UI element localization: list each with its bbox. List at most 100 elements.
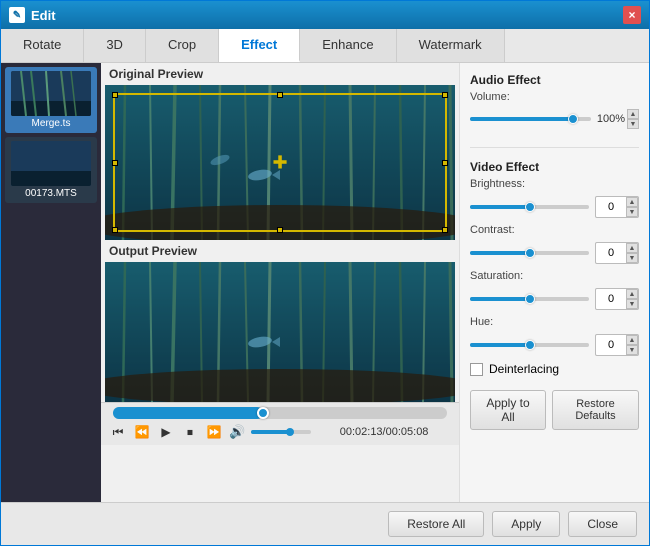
saturation-slider-row: 0 ▲ ▼ — [470, 288, 639, 310]
contrast-input[interactable]: 0 ▲ ▼ — [595, 242, 639, 264]
tab-bar: Rotate 3D Crop Effect Enhance Watermark — [1, 29, 649, 63]
volume-input-group: 100% ▲ ▼ — [597, 109, 639, 129]
apply-button[interactable]: Apply — [492, 511, 560, 537]
tab-crop[interactable]: Crop — [146, 29, 219, 62]
seek-bar[interactable] — [113, 407, 447, 419]
contrast-up-button[interactable]: ▲ — [626, 243, 638, 253]
seek-handle[interactable] — [257, 407, 269, 419]
brightness-arrows: ▲ ▼ — [626, 197, 638, 217]
hue-input[interactable]: 0 ▲ ▼ — [595, 334, 639, 356]
bottom-bar: Restore All Apply Close — [1, 502, 649, 545]
volume-slider-track[interactable] — [470, 117, 591, 121]
tab-3d[interactable]: 3D — [84, 29, 146, 62]
file-label-merge: Merge.ts — [32, 118, 71, 129]
saturation-down-button[interactable]: ▼ — [626, 299, 638, 309]
brightness-value: 0 — [596, 197, 626, 217]
contrast-down-button[interactable]: ▼ — [626, 253, 638, 263]
saturation-arrows: ▲ ▼ — [626, 289, 638, 309]
volume-value: 100% — [597, 113, 625, 125]
skip-to-start-button[interactable]: ⏮ — [109, 423, 127, 441]
file-label-mts: 00173.MTS — [25, 188, 77, 199]
audio-effect-title: Audio Effect — [470, 73, 639, 87]
hue-slider-handle[interactable] — [525, 340, 535, 350]
deinterlacing-row: Deinterlacing — [470, 362, 639, 376]
saturation-slider-fill — [470, 297, 530, 301]
volume-label: Volume: — [470, 91, 532, 103]
file-item-merge[interactable]: Merge.ts — [5, 67, 97, 133]
brightness-slider-row: 0 ▲ ▼ — [470, 196, 639, 218]
brightness-row: Brightness: — [470, 178, 639, 190]
hue-down-button[interactable]: ▼ — [626, 345, 638, 355]
tab-effect[interactable]: Effect — [219, 29, 300, 62]
effect-button-row: Apply to All Restore Defaults — [470, 390, 639, 430]
brightness-down-button[interactable]: ▼ — [626, 207, 638, 217]
volume-down-button[interactable]: ▼ — [627, 119, 639, 129]
hue-up-button[interactable]: ▲ — [626, 335, 638, 345]
saturation-value: 0 — [596, 289, 626, 309]
playback-bar: ⏮ ⏪ ▶ ⏹ ⏩ 🔊 00:02:13/00:05:08 — [101, 402, 459, 445]
volume-slider-row: 100% ▲ ▼ — [470, 109, 639, 129]
volume-handle[interactable] — [286, 428, 294, 436]
contrast-slider-handle[interactable] — [525, 248, 535, 258]
title-bar: ✎ Edit × — [1, 1, 649, 29]
app-icon: ✎ — [9, 7, 25, 23]
saturation-slider-handle[interactable] — [525, 294, 535, 304]
hue-arrows: ▲ ▼ — [626, 335, 638, 355]
contrast-slider-row: 0 ▲ ▼ — [470, 242, 639, 264]
brightness-input[interactable]: 0 ▲ ▼ — [595, 196, 639, 218]
hue-slider-track[interactable] — [470, 343, 589, 347]
audio-effect-section: Audio Effect Volume: 100% ▲ ▼ — [470, 73, 639, 135]
video-effect-section: Video Effect Brightness: 0 ▲ ▼ — [470, 160, 639, 376]
hue-row: Hue: — [470, 316, 639, 328]
contrast-slider-track[interactable] — [470, 251, 589, 255]
brightness-label: Brightness: — [470, 178, 532, 190]
file-item-mts[interactable]: 00173.MTS — [5, 137, 97, 203]
volume-slider[interactable] — [251, 430, 311, 434]
deinterlacing-checkbox[interactable] — [470, 363, 483, 376]
close-button-bottom[interactable]: Close — [568, 511, 637, 537]
volume-up-button[interactable]: ▲ — [627, 109, 639, 119]
hue-value: 0 — [596, 335, 626, 355]
original-preview: ✚ — [105, 85, 455, 240]
brightness-slider-track[interactable] — [470, 205, 589, 209]
hue-slider-fill — [470, 343, 530, 347]
contrast-slider-fill — [470, 251, 530, 255]
volume-icon: 🔊 — [229, 424, 245, 440]
contrast-arrows: ▲ ▼ — [626, 243, 638, 263]
restore-all-button[interactable]: Restore All — [388, 511, 484, 537]
stop-button[interactable]: ⏹ — [181, 423, 199, 441]
file-thumb-mts — [11, 141, 91, 186]
tab-rotate[interactable]: Rotate — [1, 29, 84, 62]
restore-defaults-button[interactable]: Restore Defaults — [552, 390, 639, 430]
tab-enhance[interactable]: Enhance — [300, 29, 396, 62]
original-preview-label: Original Preview — [101, 63, 459, 85]
center-area: Original Preview — [101, 63, 459, 502]
saturation-up-button[interactable]: ▲ — [626, 289, 638, 299]
close-button[interactable]: × — [623, 6, 641, 24]
crosshair-icon: ✚ — [272, 152, 287, 173]
contrast-row: Contrast: — [470, 224, 639, 236]
brightness-up-button[interactable]: ▲ — [626, 197, 638, 207]
tab-watermark[interactable]: Watermark — [397, 29, 505, 62]
contrast-label: Contrast: — [470, 224, 532, 236]
edit-window: ✎ Edit × Rotate 3D Crop Effect Enhance W… — [0, 0, 650, 546]
file-thumb-merge — [11, 71, 91, 116]
volume-slider-handle[interactable] — [568, 114, 578, 124]
contrast-value: 0 — [596, 243, 626, 263]
seek-bar-fill — [113, 407, 263, 419]
hue-label: Hue: — [470, 316, 532, 328]
play-button[interactable]: ▶ — [157, 423, 175, 441]
saturation-input[interactable]: 0 ▲ ▼ — [595, 288, 639, 310]
saturation-slider-track[interactable] — [470, 297, 589, 301]
apply-to-all-button[interactable]: Apply to All — [470, 390, 546, 430]
left-sidebar: Merge.ts 00173.MTS — [1, 63, 101, 502]
step-back-button[interactable]: ⏪ — [133, 423, 151, 441]
window-title: Edit — [31, 8, 623, 23]
brightness-slider-handle[interactable] — [525, 202, 535, 212]
controls-row: ⏮ ⏪ ▶ ⏹ ⏩ 🔊 00:02:13/00:05:08 — [109, 423, 451, 441]
hue-slider-row: 0 ▲ ▼ — [470, 334, 639, 356]
volume-fill — [251, 430, 290, 434]
step-forward-button[interactable]: ⏩ — [205, 423, 223, 441]
output-preview-label: Output Preview — [101, 240, 459, 262]
saturation-label: Saturation: — [470, 270, 532, 282]
